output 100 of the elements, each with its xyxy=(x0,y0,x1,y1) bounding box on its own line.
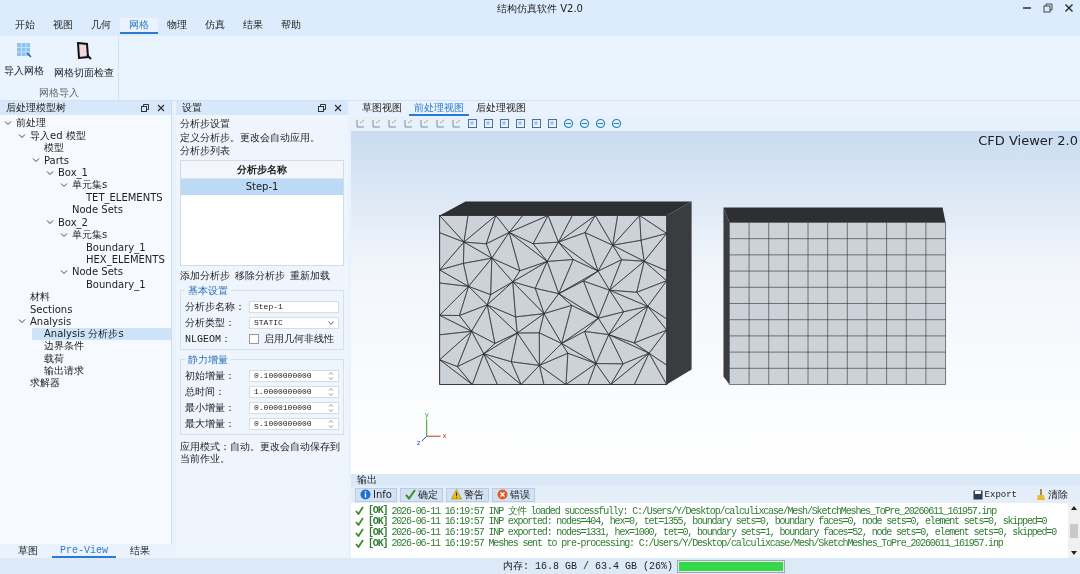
spin-box[interactable]: 0.1000000000 xyxy=(249,369,339,382)
close-icon[interactable] xyxy=(334,104,342,112)
tree-item[interactable]: 输出请求 xyxy=(32,364,171,378)
tetrahedral-mesh-box-drawing[interactable] xyxy=(439,201,692,385)
export-button[interactable]: Export xyxy=(972,489,1017,500)
list-label: 分析步列表 xyxy=(180,145,231,158)
tree-item[interactable]: 前处理 xyxy=(4,117,171,130)
scroll-down-icon[interactable] xyxy=(1070,550,1078,556)
field-label: 最大增量： xyxy=(185,416,236,431)
ribbon-button[interactable]: 网格切面检查 xyxy=(52,42,116,80)
tree-item[interactable]: Node Sets xyxy=(60,203,171,217)
hexahedral-mesh-box-drawing[interactable] xyxy=(723,207,946,385)
scrollbar[interactable] xyxy=(1068,503,1080,558)
clear-button[interactable]: 清除 xyxy=(1036,487,1068,502)
field-label: 总时间： xyxy=(185,384,226,399)
tree-item[interactable]: Boundary_1 xyxy=(74,240,171,254)
dropdown[interactable]: STATIC xyxy=(249,316,339,329)
tree-item[interactable]: 单元集s xyxy=(60,228,171,241)
tree-item[interactable]: Box_2 xyxy=(46,216,171,229)
bottom-tab[interactable]: 草图 xyxy=(10,544,46,558)
action-button[interactable]: 添加分析步 xyxy=(180,268,230,283)
action-button[interactable]: 重新加载 xyxy=(290,268,330,283)
info-icon xyxy=(360,489,371,500)
chevron-down-icon[interactable] xyxy=(60,267,68,276)
scroll-up-icon[interactable] xyxy=(1070,505,1078,511)
description-text: 定义分析步。更改会自动应用。 xyxy=(180,131,321,144)
field-label: NLGEOM： xyxy=(185,332,232,346)
tree-item[interactable]: 单元集s xyxy=(60,178,171,192)
tree-item[interactable]: Sections xyxy=(18,302,171,316)
checkbox[interactable]: 启用几何非线性 xyxy=(249,331,334,346)
view-tab[interactable]: 草图视图 xyxy=(357,101,407,116)
menu-tab[interactable]: 视图 xyxy=(44,18,82,34)
tree-item[interactable]: TET_ELEMENTS xyxy=(74,191,171,204)
tree-item[interactable]: Analysis 分析步s xyxy=(32,327,171,341)
input-field[interactable]: Step-1 xyxy=(249,300,339,313)
tree-item[interactable]: Node Sets xyxy=(60,265,171,279)
column-header: 分析步名称 xyxy=(181,160,343,179)
warning-icon xyxy=(450,489,462,500)
group-label: 网格导入 xyxy=(39,86,79,100)
log-status: [OK] xyxy=(368,505,388,516)
log-message: 2026-06-11 16:19:57 INP 文件 loaded successfully: C:/Users/Y/Desktop/calculixcase/Mesh/SketchMeshes_ToPre_20260611_161957.inp xyxy=(391,504,997,517)
action-button[interactable]: 移除分析步 xyxy=(235,268,285,283)
panel-title: 后处理模型树 xyxy=(6,101,66,115)
field-label: 分析类型： xyxy=(185,316,236,330)
spin-box[interactable]: 0.1000000000 xyxy=(249,417,339,430)
filter-button[interactable]: 确定 xyxy=(399,487,443,502)
tree-item[interactable]: 边界条件 xyxy=(32,340,171,353)
frame-view-icon[interactable] xyxy=(499,118,510,129)
filter-button[interactable]: 警告 xyxy=(445,487,489,502)
window-title: 结构仿真软件 V2.0 xyxy=(497,2,583,16)
tree-item[interactable]: Analysis xyxy=(18,315,171,328)
menu-tab[interactable]: 网格 xyxy=(120,18,158,34)
mode-note: 应用模式：自动。更改会自动保存到当前作业。 xyxy=(180,440,341,466)
tree-item[interactable]: 导入ed 模型 xyxy=(18,129,171,142)
menu-tab[interactable]: 开始 xyxy=(6,18,44,34)
menu-tab[interactable]: 帮助 xyxy=(272,18,310,34)
float-icon[interactable] xyxy=(141,104,149,112)
frame-view-icon[interactable] xyxy=(467,118,478,129)
rotate-view-icon[interactable] xyxy=(579,118,590,129)
menu-tab[interactable]: 物理 xyxy=(158,18,196,34)
field-label: 最小增量： xyxy=(185,400,236,415)
rotate-view-icon[interactable] xyxy=(611,118,622,129)
menu-tab[interactable]: 仿真 xyxy=(196,18,234,34)
log-message: 2026-06-11 16:19:57 Meshes sent to pre-processing: C:/Users/Y/Desktop/calculixcase/Mesh/SketchMeshes_ToPre_20260611_161957.inp xyxy=(391,538,1003,549)
close-icon[interactable] xyxy=(1064,3,1074,13)
chevron-down-icon[interactable] xyxy=(18,317,26,326)
rotate-view-icon[interactable] xyxy=(563,118,574,129)
menu-tab[interactable]: 结果 xyxy=(234,18,272,34)
tree-item[interactable]: 模型 xyxy=(32,141,171,155)
frame-view-icon[interactable] xyxy=(531,118,542,129)
panel-title: 输出 xyxy=(351,474,1080,486)
tree-item[interactable]: Box_1 xyxy=(46,166,171,179)
frame-view-icon[interactable] xyxy=(483,118,494,129)
spin-box[interactable]: 1.0000000000 xyxy=(249,385,339,398)
error-icon xyxy=(496,489,508,500)
field-label: 分析步名称： xyxy=(185,300,246,314)
check-icon xyxy=(404,489,416,500)
frame-view-icon[interactable] xyxy=(547,118,558,129)
restore-icon[interactable] xyxy=(1043,3,1053,13)
tree-item[interactable]: 载荷 xyxy=(32,352,171,365)
frame-view-icon[interactable] xyxy=(515,118,526,129)
close-icon[interactable] xyxy=(157,104,165,112)
tree-item[interactable]: Parts xyxy=(32,154,171,167)
tree-item[interactable]: HEX_ELEMENTS xyxy=(74,253,171,266)
bottom-tab[interactable]: 结果 xyxy=(122,544,158,558)
log-message: 2026-06-11 16:19:57 INP exported: nodes=404, hex=0, tet=1355, boundary sets=0, boundary faces=0, node sets=0, element sets=0, skipped=0 xyxy=(391,516,1047,527)
filter-button[interactable]: Info xyxy=(355,487,397,502)
tree-item[interactable]: Boundary_1 xyxy=(74,278,171,291)
filter-button[interactable]: 错误 xyxy=(491,487,535,502)
ribbon-button[interactable]: 导入网格 xyxy=(2,42,46,80)
tree-item[interactable]: 材料 xyxy=(18,290,171,303)
log-status: [OK] xyxy=(368,527,388,538)
tree-item[interactable]: 求解器 xyxy=(18,377,171,390)
axis-triad-icon xyxy=(421,418,442,442)
float-icon[interactable] xyxy=(318,104,326,112)
rotate-view-icon[interactable] xyxy=(595,118,606,129)
spin-box[interactable]: 0.0000100000 xyxy=(249,401,339,414)
chevron-down-icon xyxy=(328,320,334,325)
view-tab[interactable]: 后处理视图 xyxy=(471,101,531,116)
menu-tab[interactable]: 几何 xyxy=(82,18,120,34)
